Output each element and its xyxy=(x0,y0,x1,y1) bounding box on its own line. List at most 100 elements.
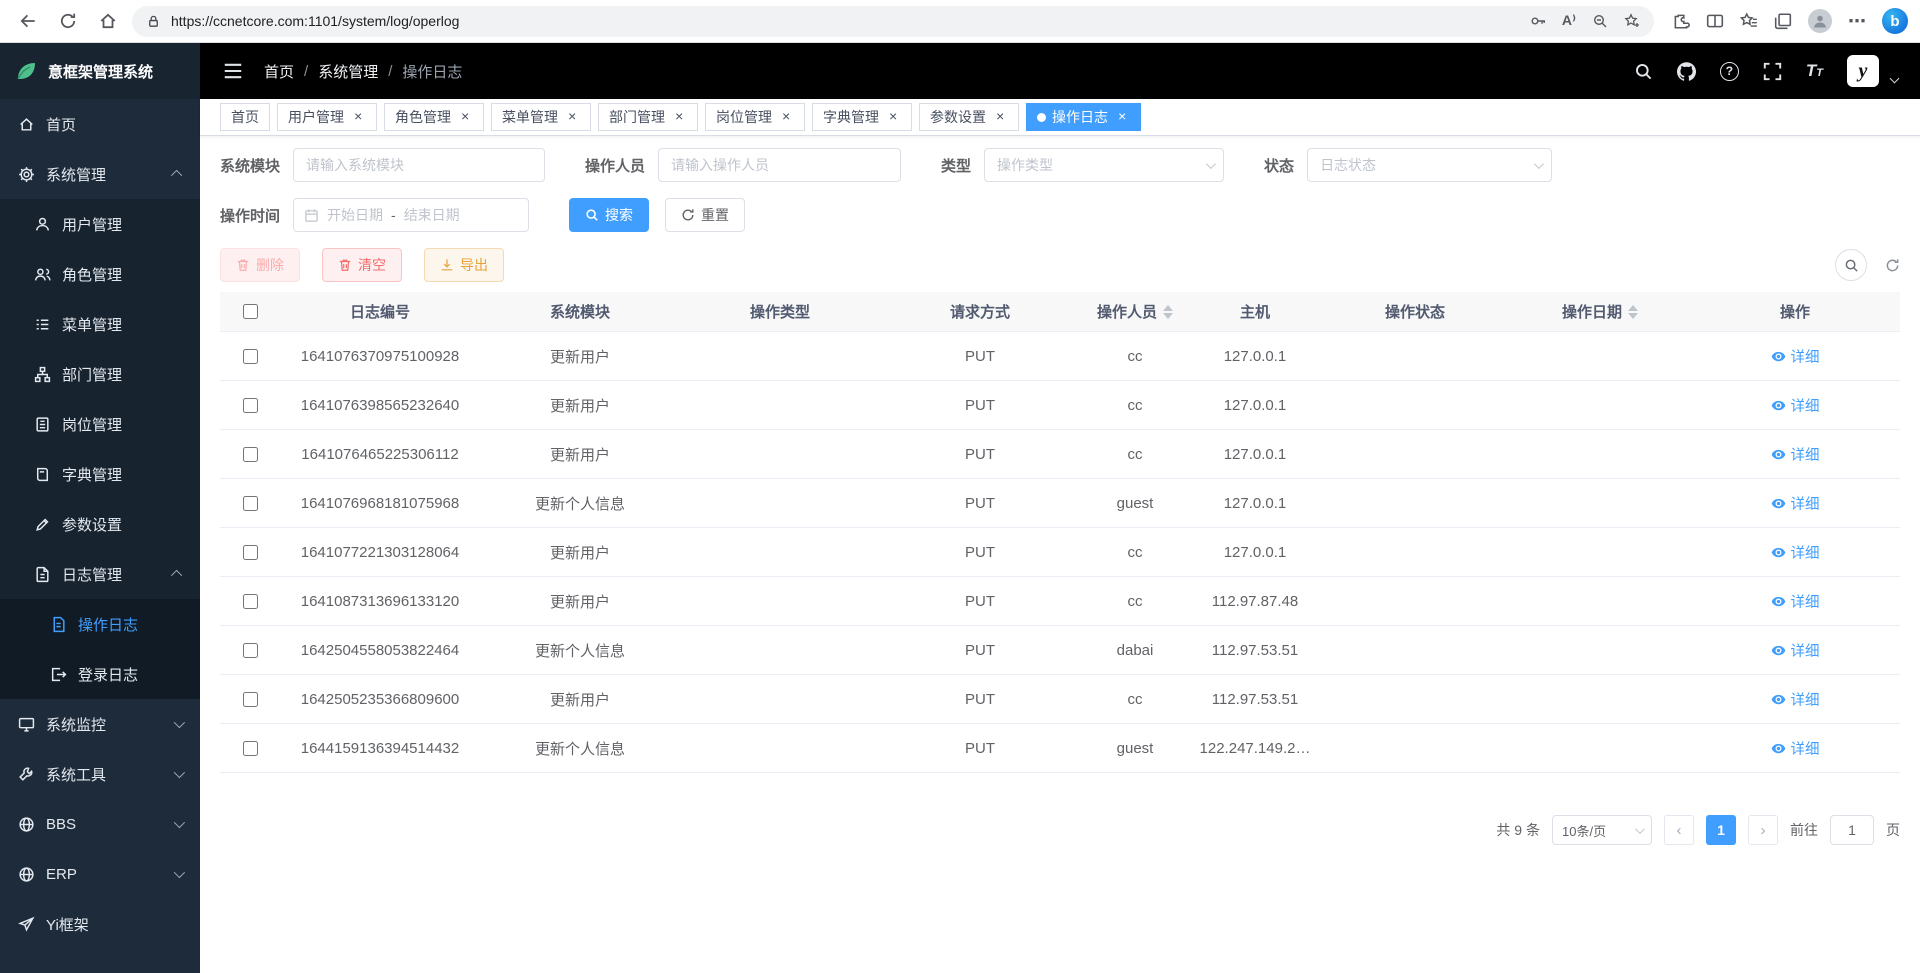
browser-address-bar[interactable]: https://ccnetcore.com:1101/system/log/op… xyxy=(132,6,1654,37)
search-button[interactable]: 搜索 xyxy=(569,198,649,232)
sidebar-item-post[interactable]: 岗位管理 xyxy=(0,399,200,449)
fullscreen-icon[interactable] xyxy=(1763,62,1782,81)
row-checkbox[interactable] xyxy=(243,741,258,756)
row-checkbox[interactable] xyxy=(243,692,258,707)
extensions-icon[interactable] xyxy=(1672,12,1690,30)
tab-close-icon[interactable] xyxy=(457,109,473,125)
url-text[interactable]: https://ccnetcore.com:1101/system/log/op… xyxy=(171,13,1520,29)
detail-link[interactable]: 详细 xyxy=(1771,640,1820,661)
help-icon[interactable] xyxy=(1720,62,1739,81)
sidebar-item-monitor[interactable]: 系统监控 xyxy=(0,699,200,749)
detail-link[interactable]: 详细 xyxy=(1771,689,1820,710)
current-page[interactable]: 1 xyxy=(1706,815,1736,845)
next-page-button[interactable] xyxy=(1748,815,1778,845)
tab[interactable]: 首页 xyxy=(220,103,270,131)
clear-button[interactable]: 清空 xyxy=(322,248,402,282)
tab[interactable]: 角色管理 xyxy=(384,103,484,131)
breadcrumb-home[interactable]: 首页 xyxy=(264,61,294,82)
tab[interactable]: 参数设置 xyxy=(919,103,1019,131)
row-checkbox[interactable] xyxy=(243,447,258,462)
tab[interactable]: 部门管理 xyxy=(598,103,698,131)
user-menu-caret-icon[interactable] xyxy=(1890,73,1900,83)
split-screen-icon[interactable] xyxy=(1706,12,1724,30)
sidebar-item-user[interactable]: 用户管理 xyxy=(0,199,200,249)
sidebar-item-system[interactable]: 系统管理 xyxy=(0,149,200,199)
read-aloud-icon[interactable] xyxy=(1562,12,1576,30)
tab[interactable]: 岗位管理 xyxy=(705,103,805,131)
browser-back-button[interactable] xyxy=(12,5,44,37)
sidebar-item-bbs[interactable]: BBS xyxy=(0,799,200,849)
sidebar-item-erp[interactable]: ERP xyxy=(0,849,200,899)
zoom-out-icon[interactable] xyxy=(1592,13,1608,29)
tab-close-icon[interactable] xyxy=(1114,109,1130,125)
row-checkbox[interactable] xyxy=(243,496,258,511)
module-input[interactable] xyxy=(293,148,545,182)
tab-close-icon[interactable] xyxy=(992,109,1008,125)
breadcrumb-system[interactable]: 系统管理 xyxy=(318,61,378,82)
sidebar-item-operlog[interactable]: 操作日志 xyxy=(0,599,200,649)
tab-close-icon[interactable] xyxy=(350,109,366,125)
detail-link[interactable]: 详细 xyxy=(1771,542,1820,563)
delete-button[interactable]: 删除 xyxy=(220,248,300,282)
prev-page-button[interactable] xyxy=(1664,815,1694,845)
browser-menu-icon[interactable] xyxy=(1848,11,1866,32)
tab[interactable]: 用户管理 xyxy=(277,103,377,131)
user-avatar[interactable] xyxy=(1847,55,1879,87)
browser-profile-avatar[interactable] xyxy=(1808,9,1832,33)
detail-link[interactable]: 详细 xyxy=(1771,738,1820,759)
github-icon[interactable] xyxy=(1677,62,1696,81)
sidebar-item-dept[interactable]: 部门管理 xyxy=(0,349,200,399)
sidebar-item-param[interactable]: 参数设置 xyxy=(0,499,200,549)
sidebar-item-yi[interactable]: Yi框架 xyxy=(0,899,200,949)
header-search-icon[interactable] xyxy=(1634,62,1653,81)
bing-chat-icon[interactable] xyxy=(1882,8,1908,34)
sidebar-item-role[interactable]: 角色管理 xyxy=(0,249,200,299)
row-checkbox[interactable] xyxy=(243,594,258,609)
type-select[interactable]: 操作类型 xyxy=(984,148,1224,182)
sidebar-item-home[interactable]: 首页 xyxy=(0,99,200,149)
collections-icon[interactable] xyxy=(1774,12,1792,30)
sidebar-item-tool[interactable]: 系统工具 xyxy=(0,749,200,799)
row-checkbox[interactable] xyxy=(243,545,258,560)
sort-caret-icons[interactable] xyxy=(1163,305,1173,319)
tab[interactable]: 操作日志 xyxy=(1026,103,1141,131)
sidebar-item-loginlog[interactable]: 登录日志 xyxy=(0,649,200,699)
tab-close-icon[interactable] xyxy=(671,109,687,125)
hide-search-icon[interactable] xyxy=(1835,249,1867,281)
hamburger-icon[interactable] xyxy=(222,60,244,82)
column-header-operator[interactable]: 操作人员 xyxy=(1080,301,1190,322)
tab[interactable]: 菜单管理 xyxy=(491,103,591,131)
row-checkbox[interactable] xyxy=(243,349,258,364)
tab-close-icon[interactable] xyxy=(885,109,901,125)
goto-page-input[interactable] xyxy=(1830,815,1874,845)
date-range-picker[interactable]: 开始日期 - 结束日期 xyxy=(293,198,529,232)
tab-close-icon[interactable] xyxy=(778,109,794,125)
status-select[interactable]: 日志状态 xyxy=(1307,148,1552,182)
sidebar-item-menu[interactable]: 菜单管理 xyxy=(0,299,200,349)
sort-caret-icons[interactable] xyxy=(1628,305,1638,319)
page-size-select[interactable]: 10条/页 xyxy=(1552,815,1652,845)
reset-button[interactable]: 重置 xyxy=(665,198,745,232)
favorites-bar-icon[interactable] xyxy=(1740,12,1758,30)
export-button[interactable]: 导出 xyxy=(424,248,504,282)
browser-refresh-button[interactable] xyxy=(52,5,84,37)
row-checkbox[interactable] xyxy=(243,643,258,658)
detail-link[interactable]: 详细 xyxy=(1771,493,1820,514)
tab-close-icon[interactable] xyxy=(564,109,580,125)
font-size-icon[interactable] xyxy=(1806,62,1823,80)
detail-link[interactable]: 详细 xyxy=(1771,395,1820,416)
tab[interactable]: 字典管理 xyxy=(812,103,912,131)
column-header-date[interactable]: 操作日期 xyxy=(1510,301,1690,322)
sidebar-item-log[interactable]: 日志管理 xyxy=(0,549,200,599)
password-key-icon[interactable] xyxy=(1530,13,1546,29)
sidebar-item-dict[interactable]: 字典管理 xyxy=(0,449,200,499)
select-all-checkbox[interactable] xyxy=(243,304,258,319)
detail-link[interactable]: 详细 xyxy=(1771,346,1820,367)
app-logo[interactable]: 意框架管理系统 xyxy=(0,43,200,99)
detail-link[interactable]: 详细 xyxy=(1771,444,1820,465)
detail-link[interactable]: 详细 xyxy=(1771,591,1820,612)
refresh-table-icon[interactable] xyxy=(1885,258,1900,273)
add-favorite-star-icon[interactable] xyxy=(1624,13,1640,29)
row-checkbox[interactable] xyxy=(243,398,258,413)
operator-input[interactable] xyxy=(658,148,901,182)
